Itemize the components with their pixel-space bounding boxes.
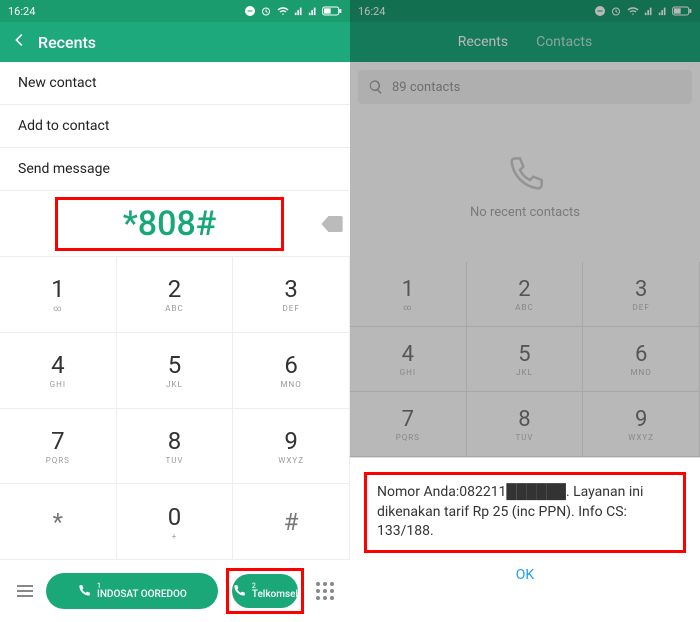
backspace-button[interactable] <box>314 216 350 232</box>
search-bar[interactable]: 89 contacts <box>358 70 692 104</box>
header-title: Recents <box>38 33 96 52</box>
phone-right: 16:24 Recents Contacts 89 contacts No r <box>350 0 700 622</box>
key-2[interactable]: 2ABC <box>117 257 234 333</box>
key-5[interactable]: 5JKL <box>117 333 234 409</box>
status-time: 16:24 <box>8 5 35 18</box>
tab-recents[interactable]: Recents <box>444 34 522 50</box>
key-5[interactable]: 5JKL <box>467 327 584 392</box>
empty-text: No recent contacts <box>470 205 580 220</box>
statusbar: 16:24 <box>350 0 700 22</box>
key-3[interactable]: 3DEF <box>583 262 700 327</box>
search-placeholder: 89 contacts <box>392 80 460 95</box>
dialpad-toggle-icon[interactable] <box>310 582 340 600</box>
signal-icon <box>294 5 304 17</box>
ussd-dialog: Nomor Anda:082211██████. Layanan ini dik… <box>350 457 700 622</box>
dnd-icon <box>244 5 256 17</box>
alarm-icon <box>260 5 272 17</box>
key-0[interactable]: 0+ <box>117 484 234 560</box>
statusbar: 16:24 <box>0 0 350 22</box>
keypad: 1∞ 2ABC 3DEF 4GHI 5JKL 6MNO 7PQRS 8TUV 9… <box>350 262 700 457</box>
key-6[interactable]: 6MNO <box>233 333 350 409</box>
alarm-icon <box>610 5 622 17</box>
new-contact-item[interactable]: New contact <box>0 62 350 105</box>
header: Recents <box>0 22 350 62</box>
key-8[interactable]: 8TUV <box>467 392 584 457</box>
key-1[interactable]: 1∞ <box>350 262 467 327</box>
key-8[interactable]: 8TUV <box>117 409 234 485</box>
back-icon[interactable] <box>10 31 28 53</box>
signal2-icon <box>308 5 318 17</box>
tab-contacts[interactable]: Contacts <box>522 34 606 50</box>
dial-display-row: *808# <box>0 191 350 257</box>
key-1[interactable]: 1∞ <box>0 257 117 333</box>
signal2-icon <box>658 5 668 17</box>
dial-display: *808# <box>55 197 284 251</box>
send-message-item[interactable]: Send message <box>0 148 350 191</box>
key-7[interactable]: 7PQRS <box>350 392 467 457</box>
key-4[interactable]: 4GHI <box>0 333 117 409</box>
signal-icon <box>644 5 654 17</box>
key-7[interactable]: 7PQRS <box>0 409 117 485</box>
phone-outline-icon <box>505 155 545 195</box>
key-4[interactable]: 4GHI <box>350 327 467 392</box>
key-3[interactable]: 3DEF <box>233 257 350 333</box>
search-icon <box>368 79 384 95</box>
dialog-message: Nomor Anda:082211██████. Layanan ini dik… <box>364 472 686 553</box>
dnd-icon <box>594 5 606 17</box>
call-sim2-highlight: 2 Telkomsel <box>226 568 304 614</box>
key-2[interactable]: 2ABC <box>467 262 584 327</box>
call-sim2-button[interactable]: 2 Telkomsel <box>232 574 298 608</box>
empty-state: No recent contacts <box>350 112 700 262</box>
battery-icon <box>322 5 342 17</box>
bottom-bar: 1 INDOSAT OOREDOO 2 Telkomsel <box>0 560 350 622</box>
status-icons <box>244 5 342 17</box>
key-9[interactable]: 9WXYZ <box>583 392 700 457</box>
wifi-icon <box>626 5 640 17</box>
battery-icon <box>672 5 692 17</box>
hamburger-icon[interactable] <box>10 585 40 597</box>
dialog-ok-button[interactable]: OK <box>364 553 686 583</box>
key-6[interactable]: 6MNO <box>583 327 700 392</box>
key-9[interactable]: 9WXYZ <box>233 409 350 485</box>
keypad: 1∞ 2ABC 3DEF 4GHI 5JKL 6MNO 7PQRS 8TUV 9… <box>0 257 350 560</box>
phone-left: 16:24 Recents New contact Add to contact… <box>0 0 350 622</box>
wifi-icon <box>276 5 290 17</box>
menu-list: New contact Add to contact Send message <box>0 62 350 191</box>
status-time: 16:24 <box>358 5 385 18</box>
key-star[interactable]: * <box>0 484 117 560</box>
key-hash[interactable]: # <box>233 484 350 560</box>
call-sim1-button[interactable]: 1 INDOSAT OOREDOO <box>46 573 218 609</box>
add-to-contact-item[interactable]: Add to contact <box>0 105 350 148</box>
status-icons <box>594 5 692 17</box>
header: Recents Contacts <box>350 22 700 62</box>
